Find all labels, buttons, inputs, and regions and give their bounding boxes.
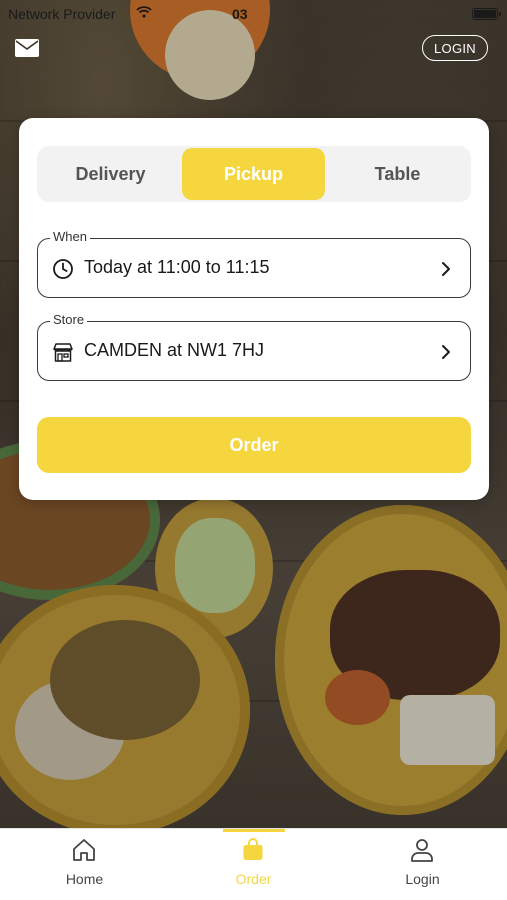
active-tab-indicator xyxy=(223,829,285,832)
shopping-bag-icon xyxy=(243,838,263,860)
when-field[interactable]: When Today at 11:00 to 11:15 xyxy=(37,229,471,298)
carrier-label: Network Provider xyxy=(8,6,116,22)
user-icon xyxy=(411,839,433,862)
order-options-card: Delivery Pickup Table When Today at 11:0… xyxy=(19,118,489,500)
home-icon xyxy=(73,839,95,861)
when-field-value: Today at 11:00 to 11:15 xyxy=(84,257,270,277)
tab-table[interactable]: Table xyxy=(326,148,469,200)
bottom-tab-bar: Home Order Login xyxy=(0,828,507,900)
store-field[interactable]: Store CAMDEN at NW1 7HJ xyxy=(37,312,471,381)
clock-time: 03 xyxy=(232,6,248,22)
order-button[interactable]: Order xyxy=(37,417,471,473)
store-field-value: CAMDEN at NW1 7HJ xyxy=(84,340,265,360)
tab-delivery[interactable]: Delivery xyxy=(39,148,182,200)
tab-login[interactable]: Login xyxy=(338,829,507,900)
tab-order-label: Order xyxy=(235,871,272,887)
status-bar: Network Provider 03 xyxy=(0,0,507,28)
mail-icon[interactable] xyxy=(14,38,40,58)
order-type-segmented-control: Delivery Pickup Table xyxy=(37,146,471,202)
store-icon xyxy=(53,343,73,362)
when-field-label: When xyxy=(50,229,90,244)
tab-login-label: Login xyxy=(405,871,440,887)
tab-order[interactable]: Order xyxy=(169,829,338,900)
tab-home-label: Home xyxy=(65,871,104,887)
chevron-right-icon xyxy=(442,262,450,276)
battery-icon xyxy=(472,8,501,20)
wifi-icon xyxy=(136,6,152,18)
login-button[interactable]: LOGIN xyxy=(422,35,488,61)
tab-pickup[interactable]: Pickup xyxy=(182,148,325,200)
store-field-label: Store xyxy=(50,312,88,327)
clock-icon xyxy=(53,259,73,279)
tab-home[interactable]: Home xyxy=(0,829,169,900)
chevron-right-icon xyxy=(442,345,450,359)
